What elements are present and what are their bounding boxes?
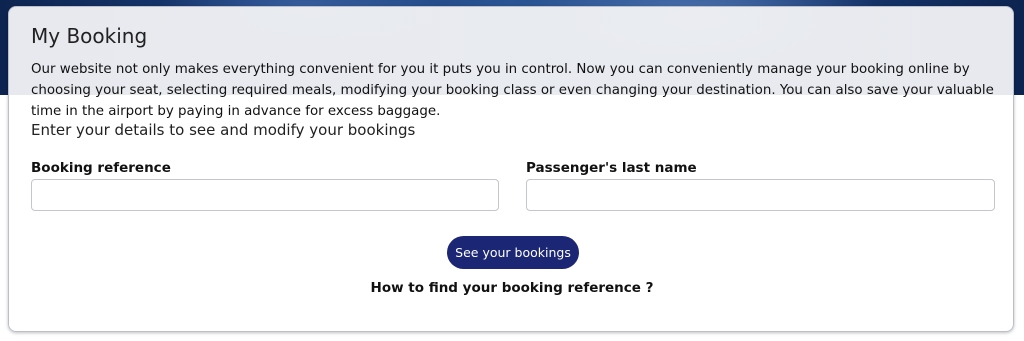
booking-reference-label: Booking reference (31, 160, 171, 176)
last-name-input[interactable] (526, 179, 995, 211)
last-name-label: Passenger's last name (526, 160, 697, 176)
card-title: My Booking (31, 24, 148, 48)
booking-reference-group: Booking reference (31, 159, 499, 211)
booking-description: Our website not only makes everything co… (31, 62, 994, 119)
booking-reference-help-link[interactable]: How to find your booking reference ? (9, 279, 1015, 297)
last-name-group: Passenger's last name (526, 159, 995, 211)
form-subtitle: Enter your details to see and modify you… (31, 121, 416, 139)
see-bookings-button[interactable]: See your bookings (447, 236, 579, 269)
booking-card: My Booking Our website not only makes ev… (8, 6, 1014, 332)
booking-reference-input[interactable] (31, 179, 499, 211)
